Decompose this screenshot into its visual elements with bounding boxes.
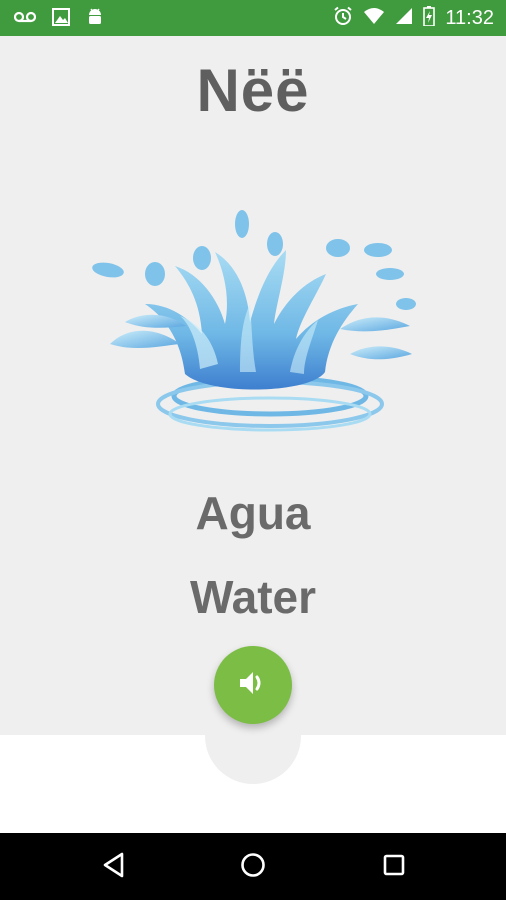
word-english: Water [189,571,317,623]
home-button[interactable] [233,847,273,887]
wifi-icon [363,7,385,30]
signal-icon [395,7,413,30]
alarm-icon [333,6,353,31]
status-time: 11:32 [445,7,494,29]
word-native: Agua [195,487,311,539]
battery-icon [423,6,436,31]
status-bar: 11:32 [0,0,506,36]
recents-icon [382,853,406,882]
back-button[interactable] [94,847,134,887]
recents-button[interactable] [374,847,414,887]
water-splash-image [90,204,420,436]
image-icon [52,8,70,31]
navigation-bar [0,833,506,900]
app-title: Nëë [196,57,310,124]
voicemail-icon [13,10,37,29]
play-audio-button[interactable] [214,646,292,724]
speaker-icon [238,669,268,702]
android-icon [86,7,104,32]
home-icon [240,852,266,883]
back-icon [102,852,126,883]
